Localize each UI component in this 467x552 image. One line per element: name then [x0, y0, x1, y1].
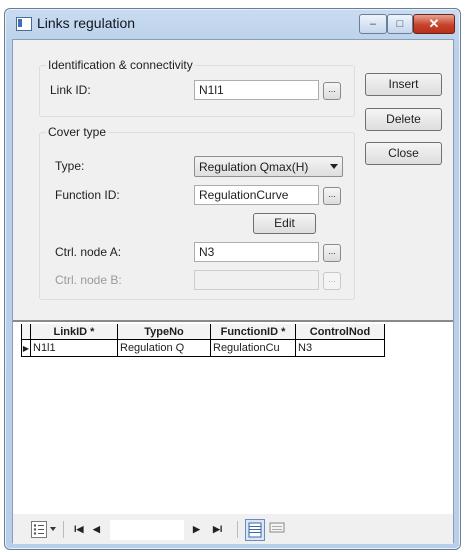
function-id-browse-button[interactable]: ...	[323, 187, 341, 205]
table-cell[interactable]: N3	[295, 339, 385, 357]
window-title: Links regulation	[37, 15, 136, 31]
column-header[interactable]: LinkID *	[30, 324, 118, 340]
record-navigator: I◀ ◀ ▶ ▶I	[13, 514, 453, 544]
maximize-button[interactable]: □	[387, 14, 413, 34]
close-button[interactable]: Close	[365, 142, 442, 165]
identification-legend: Identification & connectivity	[46, 58, 195, 72]
close-window-button[interactable]: ✕	[413, 14, 455, 34]
header-corner	[21, 324, 31, 340]
chevron-down-icon[interactable]	[50, 527, 56, 531]
link-id-input[interactable]: N1l1	[194, 80, 319, 100]
ctrl-node-b-input	[194, 270, 319, 290]
delete-button[interactable]: Delete	[365, 108, 442, 131]
list-view-icon[interactable]	[31, 521, 47, 538]
ctrl-node-a-input[interactable]: N3	[194, 242, 319, 262]
links-regulation-window: Links regulation – □ ✕ Identification & …	[4, 8, 461, 550]
table-cell[interactable]: Regulation Q	[117, 339, 211, 357]
ctrl-node-a-label: Ctrl. node A:	[55, 245, 122, 259]
edit-button[interactable]: Edit	[253, 213, 316, 234]
minimize-button[interactable]: –	[359, 14, 387, 34]
separator	[237, 521, 238, 538]
table-row[interactable]: ▶ N1l1 Regulation Q RegulationCu N3	[21, 339, 385, 357]
title-bar[interactable]: Links regulation – □ ✕	[5, 9, 460, 39]
link-id-label: Link ID:	[50, 83, 91, 97]
ctrl-node-b-browse-button: ...	[323, 272, 341, 290]
grid-header-row: LinkID * TypeNo FunctionID * ControlNod	[21, 324, 385, 340]
type-select[interactable]: Regulation Qmax(H)	[194, 156, 343, 177]
last-record-button[interactable]: ▶I	[213, 524, 222, 535]
first-record-button[interactable]: I◀	[74, 524, 83, 535]
grid-view-icon[interactable]	[245, 519, 265, 541]
type-label: Type:	[55, 159, 85, 173]
identification-group: Identification & connectivity Link ID: N…	[39, 58, 355, 117]
ctrl-node-a-browse-button[interactable]: ...	[323, 244, 341, 262]
table-cell[interactable]: RegulationCu	[210, 339, 296, 357]
dialog-client-area: Identification & connectivity Link ID: N…	[12, 39, 454, 544]
column-header[interactable]: FunctionID *	[210, 324, 296, 340]
function-id-input[interactable]: RegulationCurve	[194, 185, 319, 205]
records-grid: LinkID * TypeNo FunctionID * ControlNod …	[13, 320, 453, 544]
table-cell[interactable]: N1l1	[30, 339, 118, 357]
ctrl-node-b-label: Ctrl. node B:	[55, 273, 122, 287]
records-table: LinkID * TypeNo FunctionID * ControlNod …	[21, 324, 385, 357]
insert-button[interactable]: Insert	[365, 73, 442, 96]
column-header[interactable]: TypeNo	[117, 324, 211, 340]
function-id-label: Function ID:	[55, 188, 120, 202]
form-view-icon[interactable]	[269, 522, 285, 534]
column-header[interactable]: ControlNod	[295, 324, 385, 340]
cover-type-legend: Cover type	[46, 125, 109, 139]
separator	[63, 521, 64, 538]
previous-record-button[interactable]: ◀	[93, 524, 100, 535]
app-icon	[16, 17, 32, 31]
type-select-value: Regulation Qmax(H)	[199, 160, 309, 174]
link-id-browse-button[interactable]: ...	[323, 82, 341, 100]
cover-type-group: Cover type Type: Regulation Qmax(H) Func…	[39, 125, 355, 300]
next-record-button[interactable]: ▶	[193, 524, 200, 535]
current-row-indicator: ▶	[21, 339, 31, 357]
record-position-input[interactable]	[110, 520, 184, 540]
chevron-down-icon	[330, 164, 338, 169]
